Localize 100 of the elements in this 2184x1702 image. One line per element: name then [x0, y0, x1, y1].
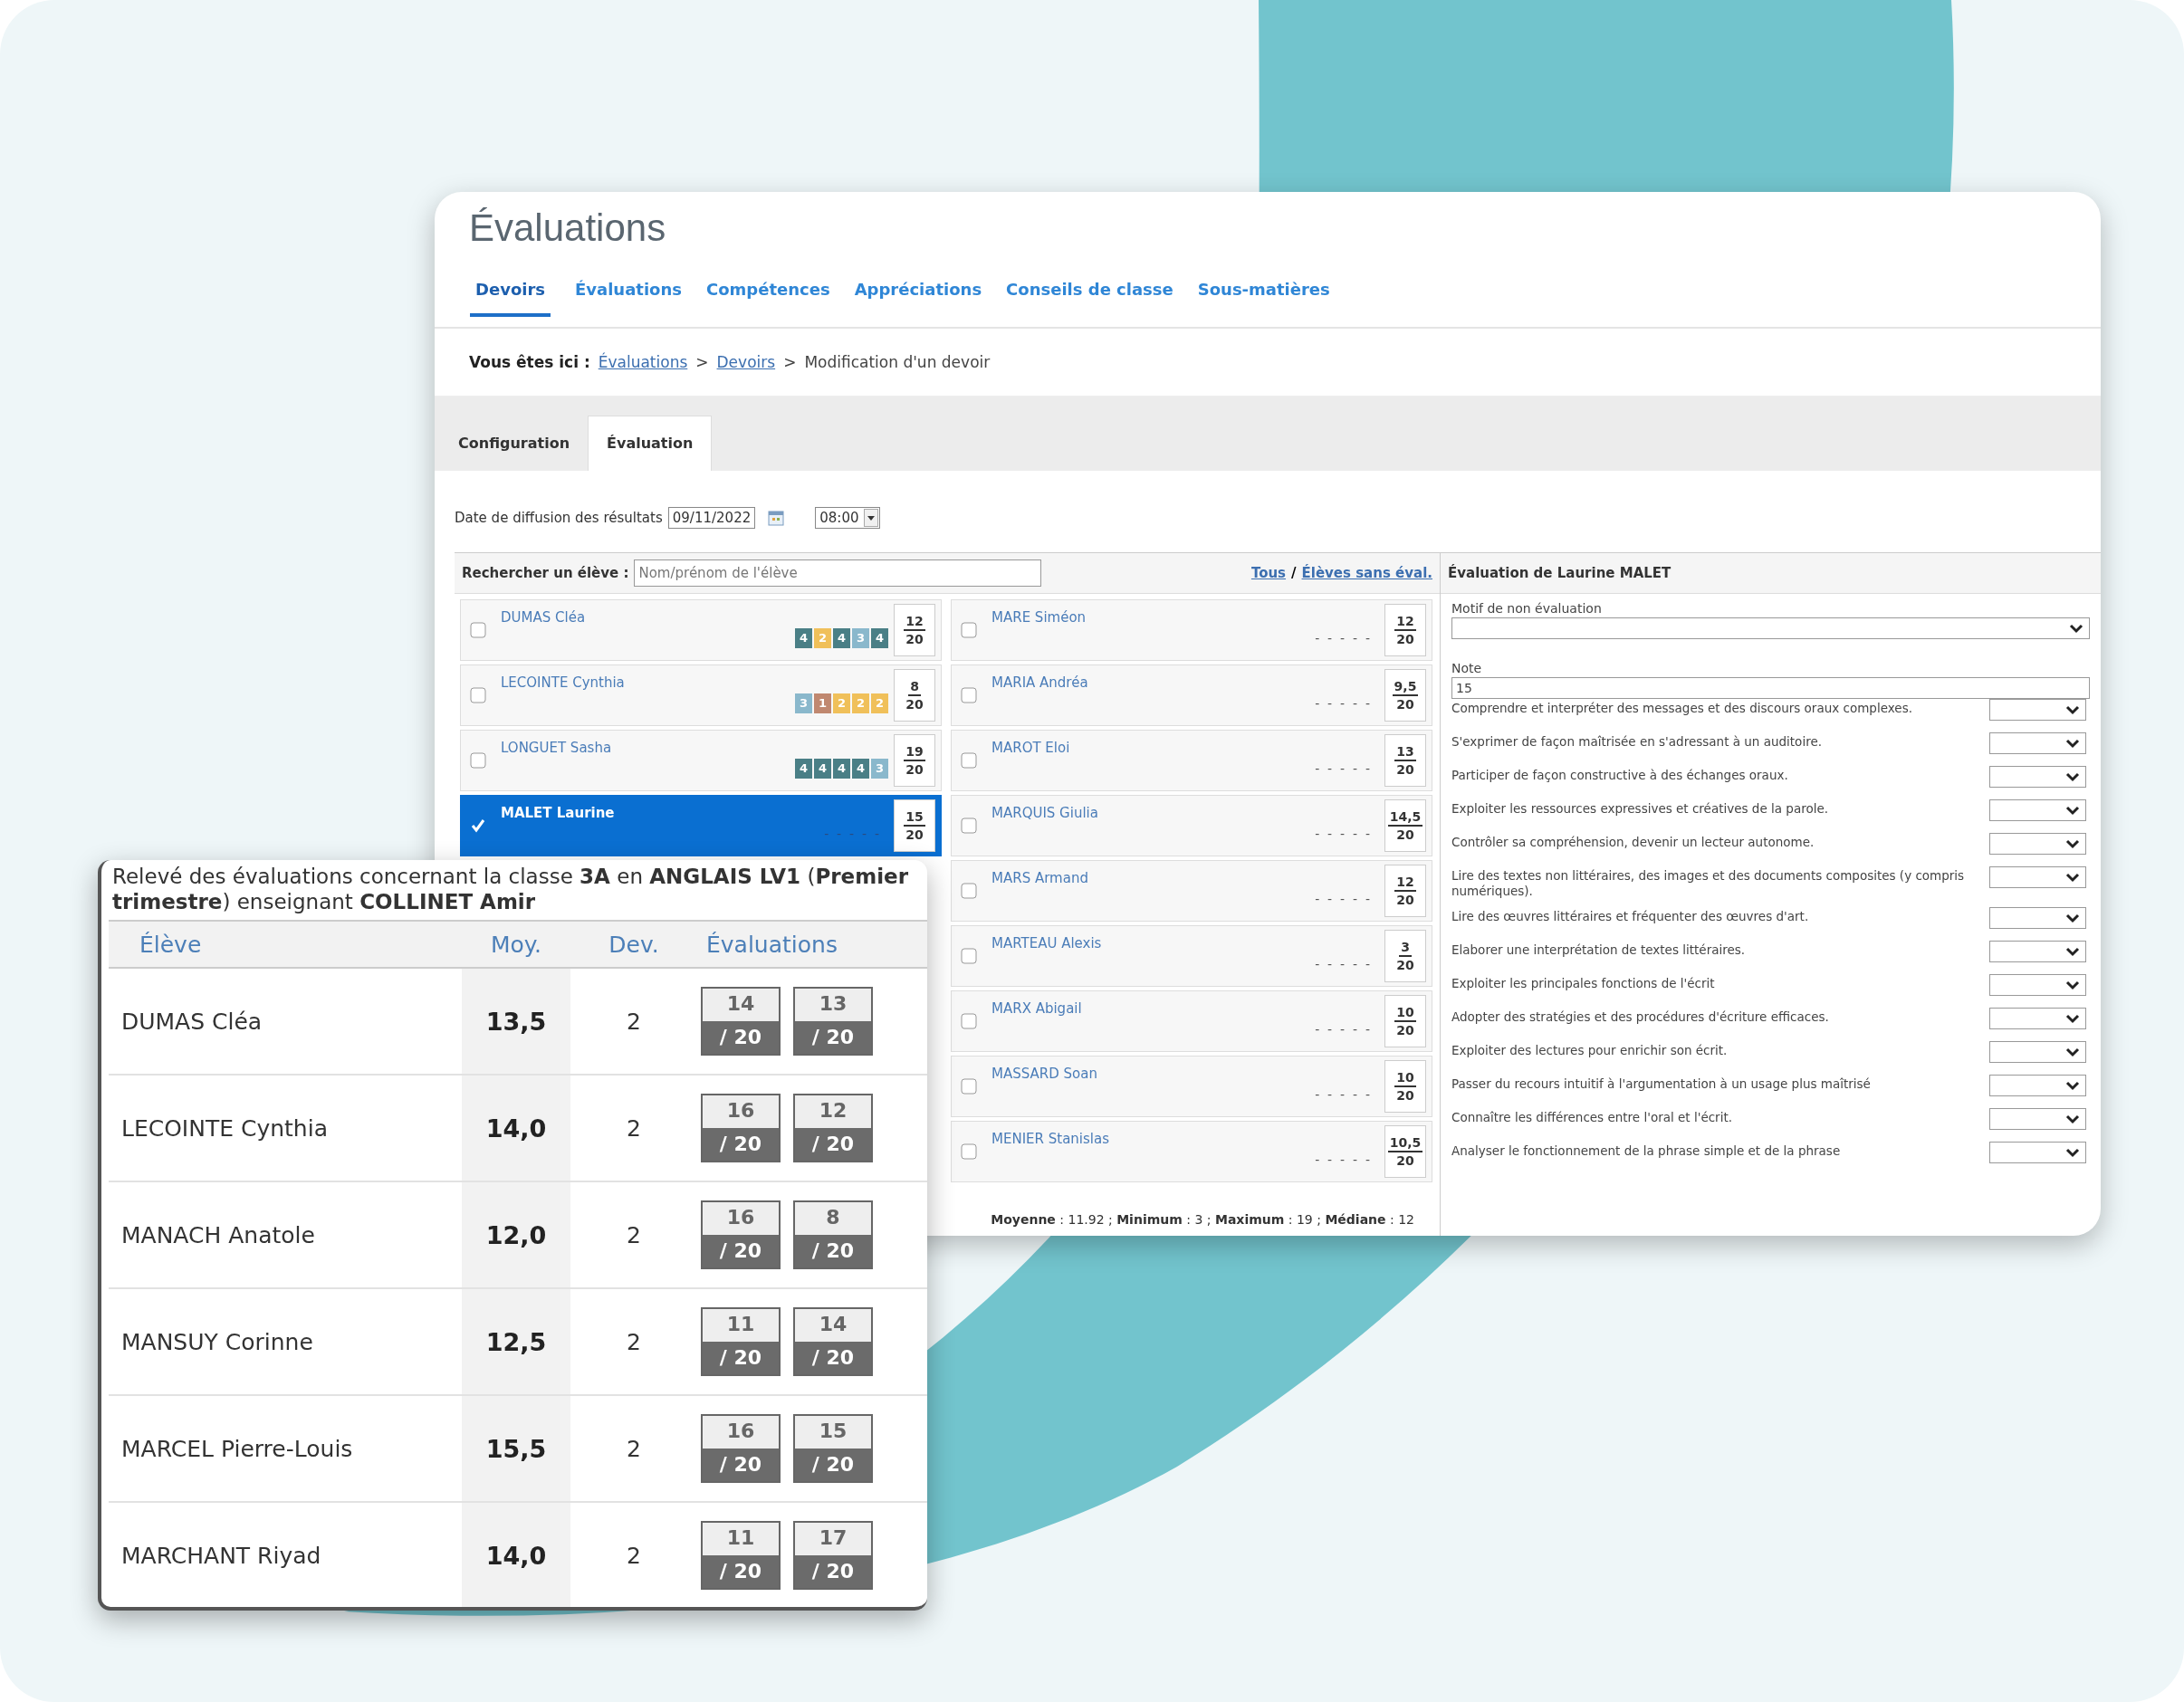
level-select[interactable]	[1989, 1142, 2086, 1163]
field-label: Motif de non évaluation	[1451, 601, 1603, 616]
level-select[interactable]	[1989, 974, 2086, 996]
chevron-down-icon	[2065, 872, 2080, 883]
chevron-down-icon	[2065, 771, 2080, 782]
grade-tile: 14 / 20	[701, 987, 781, 1056]
student-name: MANACH Anatole	[120, 1220, 316, 1250]
skill-level: 2	[852, 693, 869, 713]
grade-tile: 8 / 20	[793, 1200, 873, 1269]
grade-box: 10 20	[1384, 995, 1426, 1047]
student-row[interactable]: MARX Abigail - - - - - 10 20	[951, 990, 1432, 1052]
level-select[interactable]	[1989, 766, 2086, 788]
checkbox[interactable]	[470, 687, 486, 703]
student-row[interactable]: MASSARD Soan - - - - - 10 20	[951, 1056, 1432, 1117]
student-row[interactable]: MARIA Andréa - - - - - 9,5 20	[951, 665, 1432, 726]
nav-tab[interactable]: Compétences	[706, 277, 830, 313]
empty-skill-marks: - - - - -	[1315, 761, 1370, 776]
subtab[interactable]: Configuration	[440, 416, 589, 471]
level-select[interactable]	[1989, 907, 2086, 929]
grade-tile: 17 / 20	[793, 1521, 873, 1590]
panel-title: Évaluation de Laurine MALET	[1448, 565, 1672, 581]
student-row[interactable]: MENIER Stanislas - - - - - 10,5 20	[951, 1121, 1432, 1182]
grade-tile: 11 / 20	[701, 1521, 781, 1590]
checkbox[interactable]	[961, 1078, 977, 1095]
level-select[interactable]	[1989, 1075, 2086, 1096]
checkbox[interactable]	[470, 818, 486, 834]
grade-box: 19 20	[894, 734, 935, 787]
checkbox[interactable]	[961, 1013, 977, 1029]
nav-tab[interactable]: Évaluations	[575, 277, 682, 313]
checkbox[interactable]	[961, 883, 977, 899]
grade-box: 10,5 20	[1384, 1125, 1426, 1178]
student-name: DUMAS Cléa	[501, 609, 586, 626]
chevron-down-icon	[2065, 946, 2080, 957]
calendar-icon[interactable]	[768, 510, 785, 526]
student-row[interactable]: MARQUIS Giulia - - - - - 14,5 20	[951, 795, 1432, 856]
student-row[interactable]: DUMAS Cléa 4 2 4 3 4 12 20	[460, 599, 942, 661]
level-select[interactable]	[1989, 833, 2086, 855]
student-row[interactable]: MARS Armand - - - - - 12 20	[951, 860, 1432, 922]
grade-box: 10 20	[1384, 1060, 1426, 1113]
skill-level: 2	[814, 628, 831, 648]
checkbox[interactable]	[961, 687, 977, 703]
filter-link[interactable]: Tous	[1250, 565, 1287, 581]
reason-select[interactable]	[1451, 617, 2090, 639]
skill-level: 3	[852, 628, 869, 648]
checkbox[interactable]	[961, 622, 977, 638]
breadcrumb-link[interactable]: Devoirs	[716, 353, 776, 371]
empty-skill-marks: - - - - -	[1315, 1087, 1370, 1102]
level-select[interactable]	[1989, 1008, 2086, 1029]
student-row[interactable]: MARTEAU Alexis - - - - - 3 20	[951, 925, 1432, 987]
checkbox[interactable]	[961, 948, 977, 964]
competence-label: S'exprimer de façon maîtrisée en s'adressant à un auditoire.	[1451, 733, 1823, 750]
grade-box: 13 20	[1384, 734, 1426, 787]
empty-skill-marks: - - - - -	[1315, 696, 1370, 711]
student-name: DUMAS Cléa	[120, 1007, 263, 1037]
checkbox[interactable]	[961, 752, 977, 769]
date-label: Date de diffusion des résultats	[455, 510, 663, 526]
statistics-text: Moyenne : 11.92 ; Minimum : 3 ; Maximum : 19 ; Médiane : 12	[991, 1211, 1414, 1229]
note-field[interactable]: 15	[1451, 677, 2090, 699]
checkbox[interactable]	[470, 622, 486, 638]
student-row[interactable]: LONGUET Sasha 4 4 4 4 3 19 20	[460, 730, 942, 791]
average-cell: 14,0	[462, 1503, 570, 1607]
level-select[interactable]	[1989, 1041, 2086, 1063]
breadcrumb-current: Modification d'un devoir	[804, 353, 991, 371]
nav-tab[interactable]: Conseils de classe	[1006, 277, 1173, 313]
empty-skill-marks: - - - - -	[1315, 957, 1370, 971]
level-select[interactable]	[1989, 732, 2086, 754]
level-select[interactable]	[1989, 866, 2086, 888]
grade-box: 12 20	[1384, 604, 1426, 656]
competence-label: Adopter des stratégies et des procédures d'écriture efficaces.	[1451, 1009, 1830, 1025]
checkbox[interactable]	[961, 1143, 977, 1160]
checkbox[interactable]	[961, 818, 977, 834]
level-select[interactable]	[1989, 799, 2086, 821]
level-select[interactable]	[1989, 941, 2086, 962]
student-name: MANSUY Corinne	[120, 1327, 314, 1357]
grade-tile: 16 / 20	[701, 1414, 781, 1483]
student-name: MARCEL Pierre-Louis	[120, 1434, 354, 1464]
chevron-down-icon	[2065, 1080, 2080, 1091]
time-select[interactable]: 08:00	[815, 507, 881, 529]
filter-link[interactable]: Élèves sans éval.	[1301, 565, 1432, 581]
subtab[interactable]: Évaluation	[588, 416, 713, 471]
student-name: MARTEAU Alexis	[991, 935, 1102, 951]
level-select[interactable]	[1989, 699, 2086, 721]
chevron-down-icon	[2065, 1114, 2080, 1124]
student-row[interactable]: MARE Siméon - - - - - 12 20	[951, 599, 1432, 661]
student-name: MARS Armand	[991, 870, 1088, 886]
student-row[interactable]: MALET Laurine - - - - - 15 20	[460, 795, 942, 856]
student-row[interactable]: LECOINTE Cynthia 3 1 2 2 2 8 20	[460, 665, 942, 726]
nav-tab[interactable]: Appréciations	[854, 277, 982, 313]
level-select[interactable]	[1989, 1108, 2086, 1130]
student-row[interactable]: MAROT Eloi - - - - - 13 20	[951, 730, 1432, 791]
breadcrumb-link[interactable]: Évaluations	[598, 353, 688, 371]
checkbox[interactable]	[470, 752, 486, 769]
nav-tab[interactable]: Sous-matières	[1197, 277, 1330, 313]
nav-tab[interactable]: Devoirs	[470, 277, 551, 317]
date-field[interactable]: 09/11/2022	[667, 507, 756, 529]
skill-level: 4	[852, 759, 869, 779]
search-field[interactable]: Nom/prénom de l'élève	[634, 559, 1042, 587]
average-cell: 12,5	[462, 1289, 570, 1394]
grade-tile: 16 / 20	[701, 1094, 781, 1162]
count-cell-text: 2	[626, 1327, 642, 1357]
